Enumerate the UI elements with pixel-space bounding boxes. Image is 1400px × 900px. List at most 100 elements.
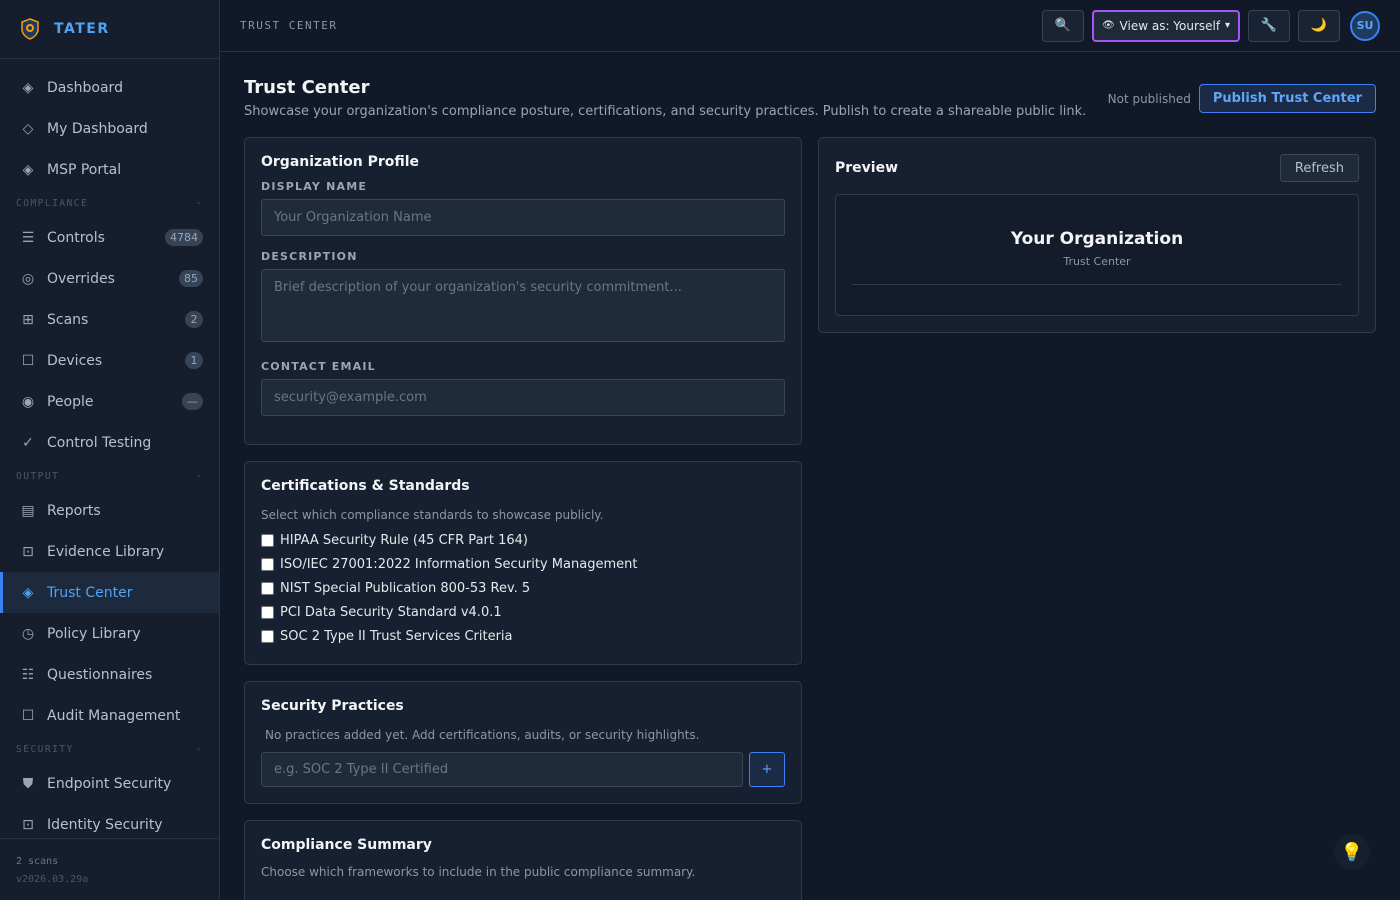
search-icon: 🔍 (1054, 18, 1072, 33)
certification-option[interactable]: NIST Special Publication 800-53 Rev. 5 (261, 576, 785, 600)
shield-icon: ⛊ (22, 775, 34, 792)
sidebar-item-label: Questionnaires (47, 666, 153, 683)
certification-option[interactable]: ISO/IEC 27001:2022 Information Security … (261, 552, 785, 576)
view-as-select[interactable]: 👁 View as: Yourself ▾ (1092, 9, 1240, 42)
security-practices-card: Security Practices No practices added ye… (244, 681, 802, 804)
preview-divider (852, 284, 1342, 285)
certification-label: ISO/IEC 27001:2022 Information Security … (280, 556, 638, 572)
add-practice-button[interactable]: + (749, 752, 785, 787)
section-title: COMPLIANCE (16, 198, 89, 209)
brand-name: TATER (54, 21, 110, 37)
checkbox[interactable] (261, 557, 274, 571)
description-textarea[interactable]: Brief description of your organization's… (261, 269, 785, 342)
sidebar-section-header[interactable]: SECURITY - (0, 736, 219, 763)
person-icon: ◉ (21, 393, 35, 410)
collapse-toggle-icon[interactable]: - (196, 471, 203, 482)
topbar: TRUST CENTER 🔍 👁 View as: Yourself ▾ 🔧 🌙… (220, 0, 1400, 52)
app-version: v2026.03.29a (16, 874, 89, 885)
list-icon: ☰ (21, 229, 35, 246)
sidebar-item-label: Identity Security (47, 816, 163, 833)
count-badge: 2 (185, 311, 203, 328)
sidebar-item-overrides[interactable]: ◎ Overrides 85 (0, 258, 219, 299)
sidebar-item-endpoint-security[interactable]: ⛊ Endpoint Security (0, 763, 219, 804)
count-badge: 85 (179, 270, 203, 287)
sidebar-item-label: Control Testing (47, 434, 152, 451)
sidebar-section-header[interactable]: OUTPUT - (0, 463, 219, 490)
sidebar-item-reports[interactable]: ▤ Reports (0, 490, 219, 531)
avatar[interactable]: SU (1350, 10, 1380, 41)
preview-title: Preview (835, 160, 899, 176)
sidebar-item-dashboard[interactable]: ◈ Dashboard (0, 67, 219, 108)
sidebar-item-trust-center[interactable]: ◈ Trust Center (0, 572, 219, 613)
shield-logo-icon (21, 18, 39, 40)
page-title: Trust Center (244, 77, 370, 98)
refresh-button[interactable]: Refresh (1279, 154, 1359, 182)
compliance-summary-hint: Choose which frameworks to include in th… (261, 865, 696, 879)
sidebar-item-label: Audit Management (47, 707, 181, 724)
publish-status: Not published (1107, 91, 1191, 106)
sidebar-item-control-testing[interactable]: ✓ Control Testing (0, 422, 219, 463)
collapse-toggle-icon[interactable]: - (196, 744, 203, 755)
sidebar-item-evidence-library[interactable]: ⊡ Evidence Library (0, 531, 219, 572)
checkbox[interactable] (261, 605, 274, 619)
sidebar-item-questionnaires[interactable]: ☷ Questionnaires (0, 654, 219, 695)
theme-toggle-button[interactable]: 🌙 (1298, 9, 1340, 42)
diamond-icon: ◈ (22, 161, 34, 178)
display-name-label: DISPLAY NAME (261, 180, 368, 193)
sidebar-item-label: Reports (47, 502, 101, 519)
publish-button[interactable]: Publish Trust Center (1198, 84, 1376, 113)
tip-button[interactable]: 💡 (1334, 834, 1370, 870)
target-icon: ◎ (21, 270, 35, 287)
sidebar-item-controls[interactable]: ☰ Controls 4784 (0, 217, 219, 258)
compliance-summary-card: Compliance Summary Choose which framewor… (244, 820, 802, 900)
checkbox[interactable] (261, 581, 274, 595)
sidebar-item-label: Scans (47, 311, 89, 328)
checkbox[interactable] (261, 533, 274, 547)
certification-label: NIST Special Publication 800-53 Rev. 5 (280, 580, 531, 596)
certification-option[interactable]: HIPAA Security Rule (45 CFR Part 164) (261, 528, 785, 552)
certification-option[interactable]: SOC 2 Type II Trust Services Criteria (261, 624, 785, 648)
sidebar-item-people[interactable]: ◉ People — (0, 381, 219, 422)
organization-profile-card: Organization Profile DISPLAY NAME Your O… (244, 137, 802, 445)
chevron-down-icon: ▾ (1224, 20, 1230, 31)
card-title: Certifications & Standards (261, 478, 470, 494)
sidebar-item-label: My Dashboard (47, 120, 148, 137)
count-badge: 1 (185, 352, 203, 369)
checkbox[interactable] (261, 629, 274, 643)
diamond-icon: ◈ (22, 79, 34, 96)
collapse-toggle-icon[interactable]: - (196, 198, 203, 209)
checklist-icon: ☷ (21, 666, 35, 683)
clock-icon: ◷ (21, 625, 35, 642)
contact-email-input[interactable]: security@example.com (261, 379, 785, 416)
brand[interactable]: TATER (0, 0, 219, 59)
sidebar-nav: ◈ Dashboard ◇ My Dashboard ◈ MSP Portal COMPLI… (0, 59, 219, 845)
diamond-outline-icon: ◇ (22, 120, 34, 137)
sidebar-item-label: Dashboard (47, 79, 123, 96)
certification-label: SOC 2 Type II Trust Services Criteria (280, 628, 513, 644)
sidebar-item-my-dashboard[interactable]: ◇ My Dashboard (0, 108, 219, 149)
display-name-input[interactable]: Your Organization Name (261, 199, 785, 236)
sidebar-item-audit-management[interactable]: ☐ Audit Management (0, 695, 219, 736)
certifications-hint: Select which compliance standards to sho… (261, 508, 604, 522)
evidence-icon: ⊡ (22, 543, 34, 560)
view-as-label: View as: Yourself (1119, 18, 1221, 33)
count-badge: — (182, 393, 203, 410)
sidebar-item-msp-portal[interactable]: ◈ MSP Portal (0, 149, 219, 190)
sidebar-item-devices[interactable]: ☐ Devices 1 (0, 340, 219, 381)
sidebar-item-policy-library[interactable]: ◷ Policy Library (0, 613, 219, 654)
eye-icon: 👁 (1102, 20, 1115, 31)
certification-label: HIPAA Security Rule (45 CFR Part 164) (280, 532, 528, 548)
sidebar-item-label: People (47, 393, 94, 410)
sidebar-item-scans[interactable]: ⊞ Scans 2 (0, 299, 219, 340)
sidebar-footer: 2 scans v2026.03.29a (0, 838, 219, 900)
lightbulb-icon: 💡 (1340, 841, 1364, 863)
tools-button[interactable]: 🔧 (1248, 9, 1290, 42)
sidebar-item-label: Trust Center (47, 584, 133, 601)
certifications-list: HIPAA Security Rule (45 CFR Part 164) ISO… (261, 528, 785, 648)
preview-org-name: Your Organization (1010, 229, 1184, 249)
practice-input[interactable]: e.g. SOC 2 Type II Certified (261, 752, 743, 787)
certification-option[interactable]: PCI Data Security Standard v4.0.1 (261, 600, 785, 624)
sidebar-section-header[interactable]: COMPLIANCE - (0, 190, 219, 217)
practices-empty-text: No practices added yet. Add certificatio… (265, 728, 700, 742)
search-button[interactable]: 🔍 (1042, 9, 1084, 42)
